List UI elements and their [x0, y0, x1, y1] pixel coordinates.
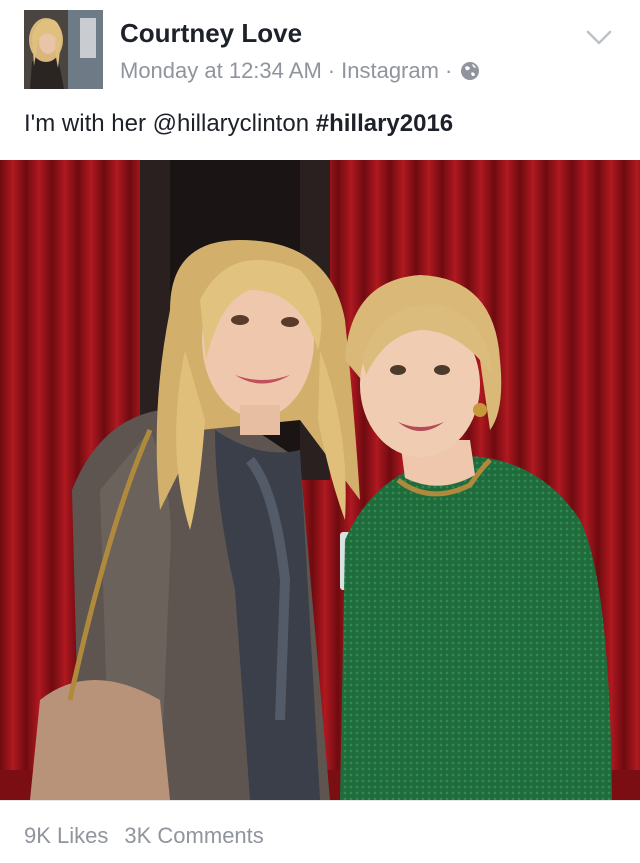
author-name[interactable]: Courtney Love [120, 18, 302, 49]
post-header: Courtney Love Monday at 12:34 AM · Instagr… [0, 0, 640, 100]
likes-count[interactable]: 9K Likes [24, 823, 108, 848]
comments-count[interactable]: 3K Comments [124, 823, 263, 848]
avatar-image [24, 10, 103, 89]
meta-separator-2: · [444, 58, 453, 83]
mention-link[interactable]: @hillaryclinton [153, 110, 309, 137]
post-meta: Monday at 12:34 AM · Instagram · [120, 58, 480, 87]
globe-icon [460, 61, 480, 87]
post-footer: 9K Likes 3K Comments [0, 800, 640, 863]
chevron-down-icon[interactable] [586, 30, 612, 51]
avatar[interactable] [24, 10, 103, 89]
post-timestamp[interactable]: Monday at 12:34 AM [120, 58, 322, 83]
post-text: I'm with her @hillaryclinton #hillary201… [24, 110, 453, 138]
post-photo[interactable] [0, 160, 640, 800]
post-source[interactable]: Instagram [341, 58, 439, 83]
engagement-stats: 9K Likes 3K Comments [24, 823, 264, 849]
meta-separator: · [327, 58, 336, 83]
photo-image [0, 160, 640, 800]
post-text-space [309, 110, 316, 137]
post-text-plain: I'm with her [24, 110, 153, 137]
hashtag-link[interactable]: #hillary2016 [316, 110, 453, 137]
